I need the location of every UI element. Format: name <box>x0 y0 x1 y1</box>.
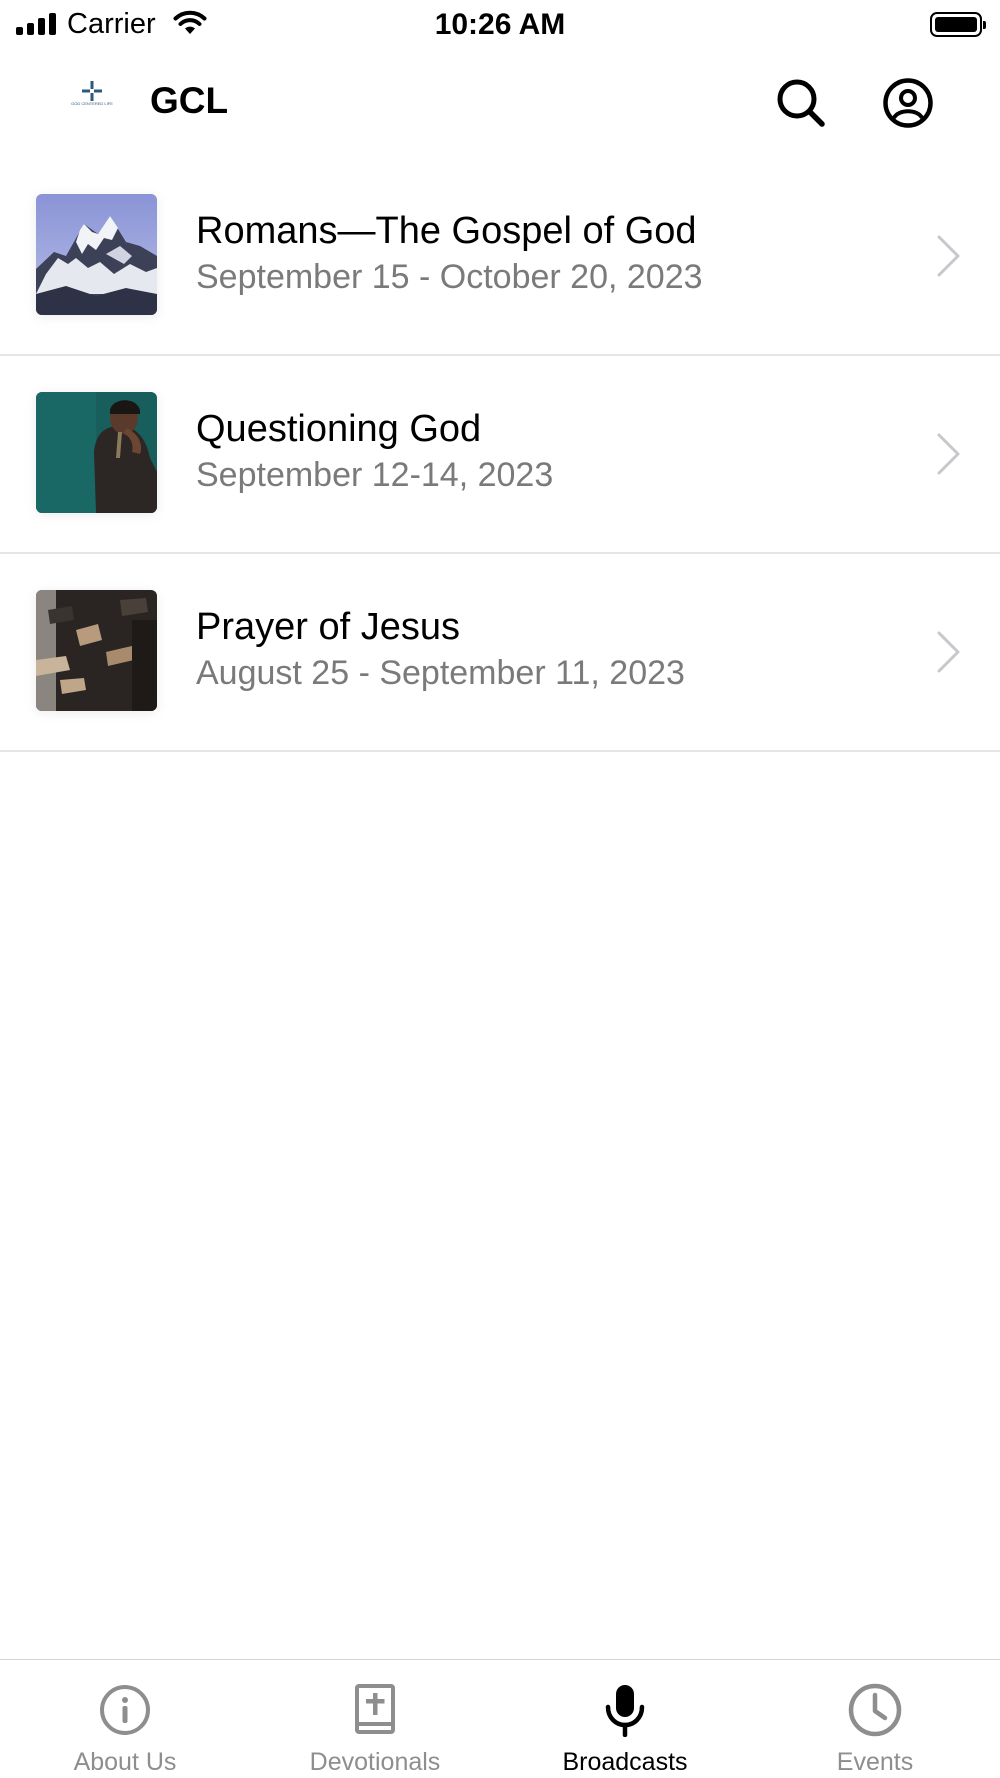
clock-icon <box>845 1680 905 1740</box>
cross-logo-icon <box>82 81 102 101</box>
broadcast-item[interactable]: Romans—The Gospel of God September 15 - … <box>0 158 1000 356</box>
mountain-thumbnail <box>36 194 157 315</box>
tab-broadcasts[interactable]: Broadcasts <box>500 1660 750 1778</box>
broadcast-date: August 25 - September 11, 2023 <box>196 654 685 692</box>
chevron-right-icon <box>937 631 960 673</box>
status-bar: Carrier 10:26 AM <box>0 0 1000 52</box>
praying-hands-thumbnail <box>36 590 157 711</box>
chevron-right-icon <box>937 433 960 475</box>
battery-icon <box>930 12 986 37</box>
chevron-right-icon <box>937 235 960 277</box>
bible-icon <box>345 1680 405 1740</box>
broadcast-title: Romans—The Gospel of God <box>196 210 697 252</box>
microphone-icon <box>595 1680 655 1740</box>
broadcast-date: September 12-14, 2023 <box>196 456 554 494</box>
man-thinking-thumbnail <box>36 392 157 513</box>
broadcast-list: Romans—The Gospel of God September 15 - … <box>0 158 1000 752</box>
tab-label: Broadcasts <box>562 1748 688 1776</box>
tab-bar: About Us Devotionals Broadcasts Events <box>0 1659 1000 1778</box>
tab-events[interactable]: Events <box>750 1660 1000 1778</box>
tab-about-us[interactable]: About Us <box>0 1660 250 1778</box>
logo-text: GOD CENTERED LIFE <box>71 101 113 106</box>
user-circle-icon <box>883 78 933 128</box>
status-time: 10:26 AM <box>434 8 566 41</box>
tab-devotionals[interactable]: Devotionals <box>250 1660 500 1778</box>
broadcast-item[interactable]: Questioning God September 12-14, 2023 <box>0 356 1000 554</box>
broadcast-title: Questioning God <box>196 408 482 450</box>
info-icon <box>95 1680 155 1740</box>
tab-label: Devotionals <box>309 1748 441 1776</box>
app-header: GOD CENTERED LIFE GCL <box>0 60 1000 144</box>
search-icon <box>777 79 825 127</box>
app-title: GCL <box>150 80 229 121</box>
broadcast-item[interactable]: Prayer of Jesus August 25 - September 11… <box>0 554 1000 752</box>
tab-label: About Us <box>73 1748 177 1776</box>
profile-button[interactable] <box>879 74 937 132</box>
broadcast-title: Prayer of Jesus <box>196 606 460 648</box>
gcl-logo: GOD CENTERED LIFE <box>68 80 116 128</box>
search-button[interactable] <box>772 74 830 132</box>
tab-label: Events <box>836 1748 914 1776</box>
broadcast-date: September 15 - October 20, 2023 <box>196 258 703 296</box>
